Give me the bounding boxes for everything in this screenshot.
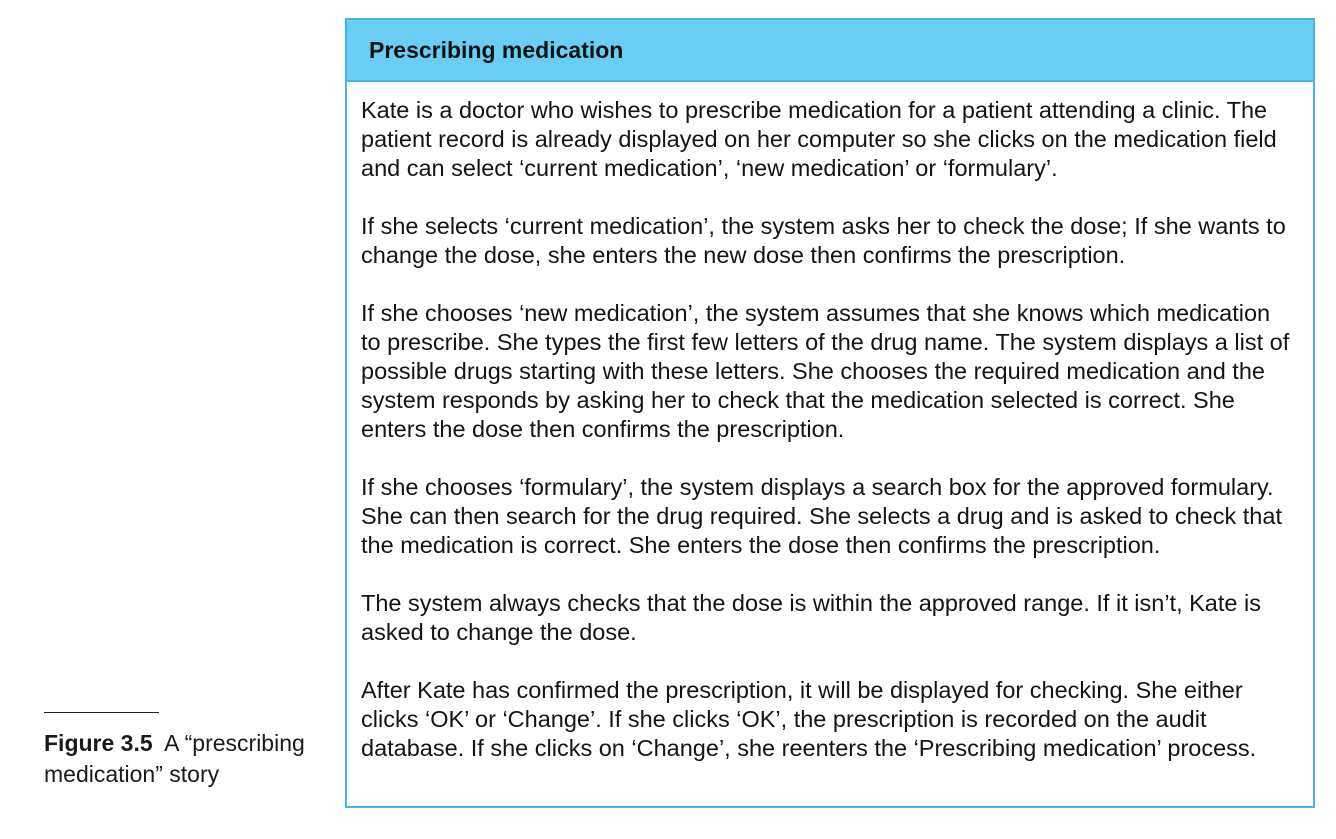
- story-paragraph-new-medication: If she chooses ‘new medication’, the sys…: [361, 300, 1290, 442]
- story-paragraph-intro: Kate is a doctor who wishes to prescribe…: [361, 97, 1277, 181]
- story-paragraph-dose-check: The system always checks that the dose i…: [361, 590, 1261, 645]
- figure-caption: Figure 3.5 A “prescribing medication” st…: [44, 712, 334, 790]
- story-paragraph-formulary: If she chooses ‘formulary’, the system d…: [361, 474, 1282, 558]
- caption-divider: [44, 712, 159, 713]
- story-box: Prescribing medication Kate is a doctor …: [345, 18, 1315, 808]
- caption-text-block: Figure 3.5 A “prescribing medication” st…: [44, 728, 334, 790]
- figure-label: Figure 3.5: [44, 730, 153, 756]
- story-header: Prescribing medication: [347, 20, 1313, 82]
- story-paragraph-current-medication: If she selects ‘current medication’, the…: [361, 213, 1286, 268]
- story-body: Kate is a doctor who wishes to prescribe…: [347, 82, 1313, 763]
- story-title: Prescribing medication: [369, 36, 624, 63]
- story-paragraph-confirmation: After Kate has confirmed the prescriptio…: [361, 677, 1257, 761]
